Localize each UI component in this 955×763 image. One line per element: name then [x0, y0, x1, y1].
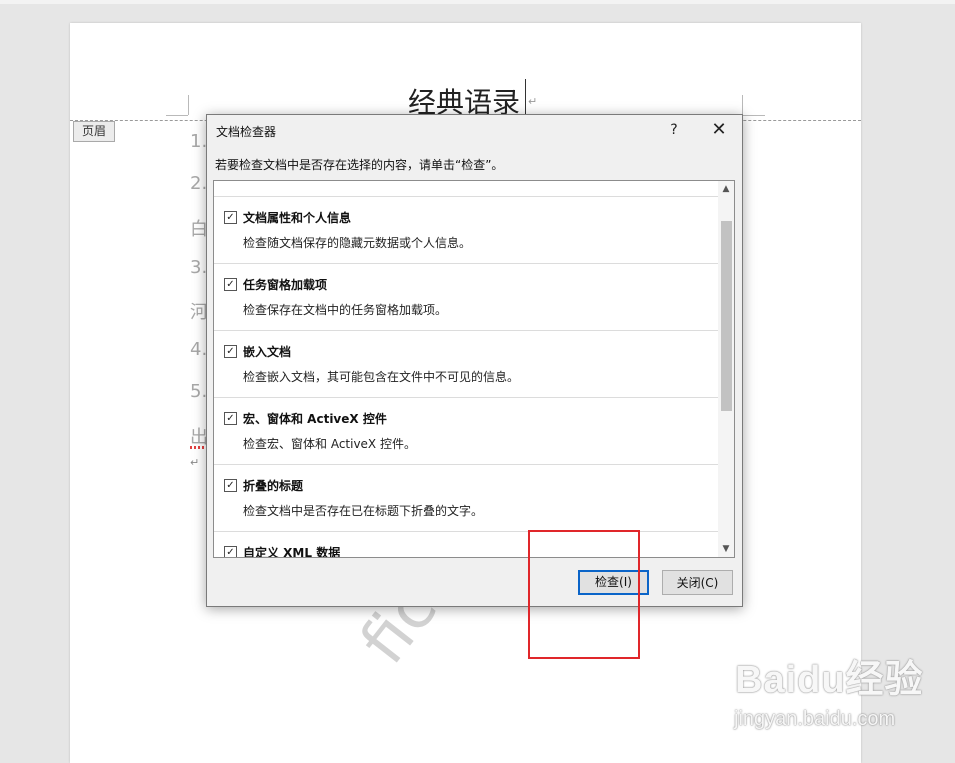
checkbox[interactable]: ✓: [224, 278, 237, 291]
body-line-4[interactable]: 3.: [190, 257, 207, 278]
list-item[interactable]: ✓ 任务窗格加载项 检查保存在文档中的任务窗格加载项。: [214, 263, 718, 330]
item-desc: 检查宏、窗体和 ActiveX 控件。: [243, 437, 416, 451]
text-caret: [525, 79, 526, 115]
checkbox[interactable]: ✓: [224, 211, 237, 224]
dialog-title: 文档检查器: [216, 125, 277, 139]
header-tag[interactable]: 页眉: [73, 121, 115, 142]
item-title: 折叠的标题: [243, 479, 304, 493]
margin-corner-left-h: [166, 115, 188, 116]
baidu-logo: Baidu经验: [735, 659, 924, 701]
item-desc: 检查保存在文档中的任务窗格加载项。: [243, 303, 448, 317]
window-top-strip: [0, 0, 955, 4]
body-line-6[interactable]: 4.: [190, 339, 207, 360]
title-paragraph-mark: ↵: [528, 95, 538, 108]
highlight-box: [528, 530, 640, 659]
paragraph-mark: ↵: [190, 456, 200, 469]
dialog-instruction: 若要检查文档中是否存在选择的内容，请单击“检查”。: [215, 158, 504, 172]
margin-corner-right: [742, 95, 743, 115]
list-item[interactable]: ✓ 嵌入文档 检查嵌入文档，其可能包含在文件中不可见的信息。: [214, 330, 718, 397]
close-icon[interactable]: ✕: [707, 118, 731, 142]
document-inspector-dialog: 文档检查器 ? ✕ 若要检查文档中是否存在选择的内容，请单击“检查”。 ✓ 文档…: [206, 114, 743, 607]
margin-corner-right-h: [743, 115, 765, 116]
vertical-scrollbar[interactable]: ▲ ▼: [718, 181, 734, 557]
body-line-2[interactable]: 2.: [190, 173, 207, 194]
item-title: 嵌入文档: [243, 345, 292, 359]
item-title: 自定义 XML 数据: [243, 546, 341, 558]
body-line-7[interactable]: 5.: [190, 381, 207, 402]
help-button[interactable]: ?: [664, 118, 684, 142]
list-item[interactable]: ✓ 自定义 XML 数据: [214, 531, 718, 558]
baidu-url: jingyan.baidu.com: [734, 708, 896, 730]
item-desc: 检查文档中是否存在已在标题下折叠的文字。: [243, 504, 484, 518]
checkbox[interactable]: ✓: [224, 479, 237, 492]
item-desc: 检查嵌入文档，其可能包含在文件中不可见的信息。: [243, 370, 520, 384]
list-item[interactable]: ✓ 文档属性和个人信息 检查随文档保存的隐藏元数据或个人信息。: [214, 196, 718, 263]
list-item[interactable]: ✓ 宏、窗体和 ActiveX 控件 检查宏、窗体和 ActiveX 控件。: [214, 397, 718, 464]
item-desc: 检查随文档保存的隐藏元数据或个人信息。: [243, 236, 472, 250]
checkbox[interactable]: ✓: [224, 546, 237, 557]
body-line-1[interactable]: 1.: [190, 131, 207, 152]
scroll-thumb[interactable]: [721, 221, 732, 411]
margin-corner-left: [188, 95, 189, 115]
checkbox[interactable]: ✓: [224, 345, 237, 358]
close-button[interactable]: 关闭(C): [662, 570, 733, 595]
item-title: 任务窗格加载项: [243, 278, 328, 292]
item-title: 宏、窗体和 ActiveX 控件: [243, 412, 387, 426]
checkbox[interactable]: ✓: [224, 412, 237, 425]
scroll-down-icon[interactable]: ▼: [718, 541, 734, 557]
inspection-list[interactable]: ✓ 文档属性和个人信息 检查随文档保存的隐藏元数据或个人信息。 ✓ 任务窗格加载…: [213, 180, 735, 558]
list-item[interactable]: ✓ 折叠的标题 检查文档中是否存在已在标题下折叠的文字。: [214, 464, 718, 531]
item-title: 文档属性和个人信息: [243, 211, 352, 225]
scroll-up-icon[interactable]: ▲: [718, 181, 734, 197]
